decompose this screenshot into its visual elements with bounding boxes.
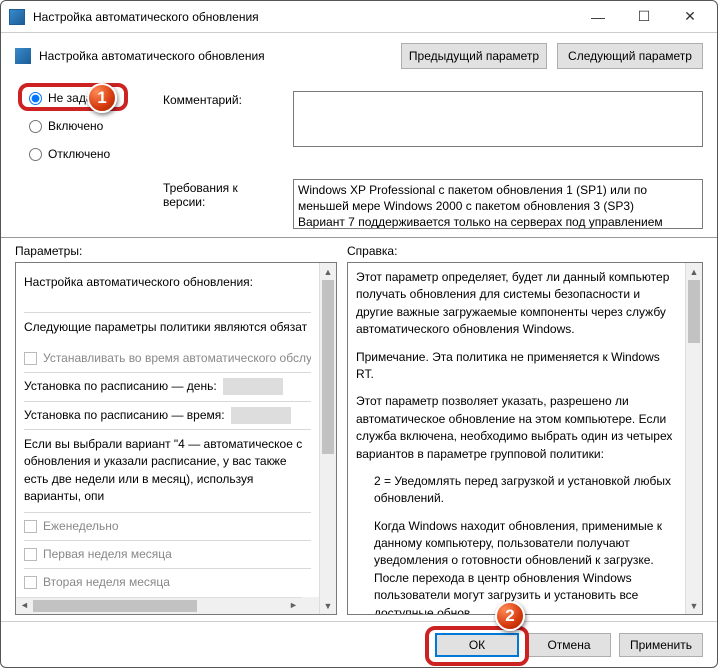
header-row: Настройка автоматического обновления Пре… bbox=[1, 33, 717, 79]
dropdown-placeholder bbox=[231, 407, 291, 424]
comment-label: Комментарий: bbox=[163, 91, 283, 173]
radio-disabled[interactable]: Отключено bbox=[15, 145, 163, 163]
cancel-button[interactable]: Отмена bbox=[527, 633, 611, 657]
scroll-left-icon[interactable]: ◄ bbox=[16, 598, 33, 614]
checkbox-icon bbox=[24, 352, 37, 365]
option-install-maintenance[interactable]: Устанавливать во время автоматического о… bbox=[24, 345, 311, 373]
scroll-track[interactable] bbox=[686, 280, 702, 597]
options-note: Следующие параметры политики являются об… bbox=[24, 313, 311, 344]
options-label: Параметры: bbox=[15, 244, 347, 258]
scroll-thumb[interactable] bbox=[322, 280, 334, 454]
radio-enabled-label: Включено bbox=[48, 119, 103, 133]
help-p3: Этот параметр позволяет указать, разреше… bbox=[356, 393, 677, 463]
policy-icon bbox=[15, 48, 31, 64]
help-p4: 2 = Уведомлять перед загрузкой и установ… bbox=[374, 473, 677, 508]
checkbox-icon bbox=[24, 576, 37, 589]
options-pane: Настройка автоматического обновления: Сл… bbox=[15, 262, 337, 615]
ok-button[interactable]: ОК bbox=[435, 633, 519, 657]
radio-enabled-input[interactable] bbox=[29, 120, 42, 133]
option-sched-day[interactable]: Установка по расписанию — день: bbox=[24, 373, 311, 401]
scroll-right-icon[interactable]: ► bbox=[285, 598, 302, 614]
option-first-week-label: Первая неделя месяца bbox=[43, 546, 172, 563]
close-button[interactable]: ✕ bbox=[667, 2, 713, 32]
comment-textarea[interactable] bbox=[293, 91, 703, 147]
scroll-corner bbox=[302, 597, 319, 614]
requirements-row: Требования к версии: Windows XP Professi… bbox=[1, 173, 717, 238]
option-second-week-label: Вторая неделя месяца bbox=[43, 574, 170, 591]
scroll-down-icon[interactable]: ▼ bbox=[686, 597, 702, 614]
option-sched-day-label: Установка по расписанию — день: bbox=[24, 378, 217, 395]
v-scrollbar[interactable]: ▲ ▼ bbox=[685, 263, 702, 614]
annotation-badge-2: 2 bbox=[495, 601, 525, 631]
option-first-week[interactable]: Первая неделя месяца bbox=[24, 541, 311, 569]
comment-area: Комментарий: bbox=[163, 79, 703, 173]
radio-enabled[interactable]: Включено bbox=[15, 117, 163, 135]
maximize-button[interactable]: ☐ bbox=[621, 2, 667, 32]
scroll-up-icon[interactable]: ▲ bbox=[686, 263, 702, 280]
dropdown-placeholder bbox=[223, 378, 283, 395]
titlebar: Настройка автоматического обновления — ☐… bbox=[1, 1, 717, 33]
option-sched-time[interactable]: Установка по расписанию — время: bbox=[24, 402, 311, 430]
requirements-text[interactable]: Windows XP Professional с пакетом обновл… bbox=[293, 179, 703, 229]
help-label: Справка: bbox=[347, 244, 397, 258]
apply-button[interactable]: Применить bbox=[619, 633, 703, 657]
options-content: Настройка автоматического обновления: Сл… bbox=[16, 263, 319, 614]
scroll-up-icon[interactable]: ▲ bbox=[320, 263, 336, 280]
checkbox-icon bbox=[24, 548, 37, 561]
help-content: Этот параметр определяет, будет ли данны… bbox=[348, 263, 685, 614]
v-scrollbar[interactable]: ▲ ▼ bbox=[319, 263, 336, 614]
window-title: Настройка автоматического обновления bbox=[33, 10, 575, 24]
help-pane: Этот параметр определяет, будет ли данны… bbox=[347, 262, 703, 615]
help-p1: Этот параметр определяет, будет ли данны… bbox=[356, 269, 677, 339]
help-p5: Когда Windows находит обновления, примен… bbox=[374, 518, 677, 614]
pane-labels: Параметры: Справка: bbox=[1, 238, 717, 262]
minimize-button[interactable]: — bbox=[575, 2, 621, 32]
scroll-thumb[interactable] bbox=[33, 600, 197, 612]
next-setting-button[interactable]: Следующий параметр bbox=[557, 43, 703, 69]
app-icon bbox=[9, 9, 25, 25]
radio-disabled-label: Отключено bbox=[48, 147, 110, 161]
policy-title: Настройка автоматического обновления bbox=[39, 49, 391, 63]
option-second-week[interactable]: Вторая неделя месяца bbox=[24, 569, 311, 596]
h-scrollbar[interactable]: ◄ ► bbox=[16, 597, 302, 614]
option-weekly[interactable]: Еженедельно bbox=[24, 513, 311, 541]
prev-setting-button[interactable]: Предыдущий параметр bbox=[401, 43, 547, 69]
requirements-label: Требования к версии: bbox=[163, 179, 283, 229]
option-sched-time-label: Установка по расписанию — время: bbox=[24, 407, 225, 424]
scroll-track[interactable] bbox=[33, 598, 285, 614]
dialog-window: Настройка автоматического обновления — ☐… bbox=[0, 0, 718, 668]
scroll-thumb[interactable] bbox=[688, 280, 700, 343]
option-install-maintenance-label: Устанавливать во время автоматического о… bbox=[43, 350, 311, 367]
option-note2: Если вы выбрали вариант "4 — автоматичес… bbox=[24, 430, 311, 513]
radio-disabled-input[interactable] bbox=[29, 148, 42, 161]
help-p2: Примечание. Эта политика не применяется … bbox=[356, 349, 677, 384]
checkbox-icon bbox=[24, 520, 37, 533]
options-title: Настройка автоматического обновления: bbox=[24, 269, 311, 301]
annotation-badge-1: 1 bbox=[87, 83, 117, 113]
radio-not-configured-input[interactable] bbox=[29, 92, 42, 105]
scroll-down-icon[interactable]: ▼ bbox=[320, 597, 336, 614]
footer: ОК Отмена Применить bbox=[1, 621, 717, 667]
panes: Настройка автоматического обновления: Сл… bbox=[1, 262, 717, 621]
option-weekly-label: Еженедельно bbox=[43, 518, 119, 535]
scroll-track[interactable] bbox=[320, 280, 336, 597]
